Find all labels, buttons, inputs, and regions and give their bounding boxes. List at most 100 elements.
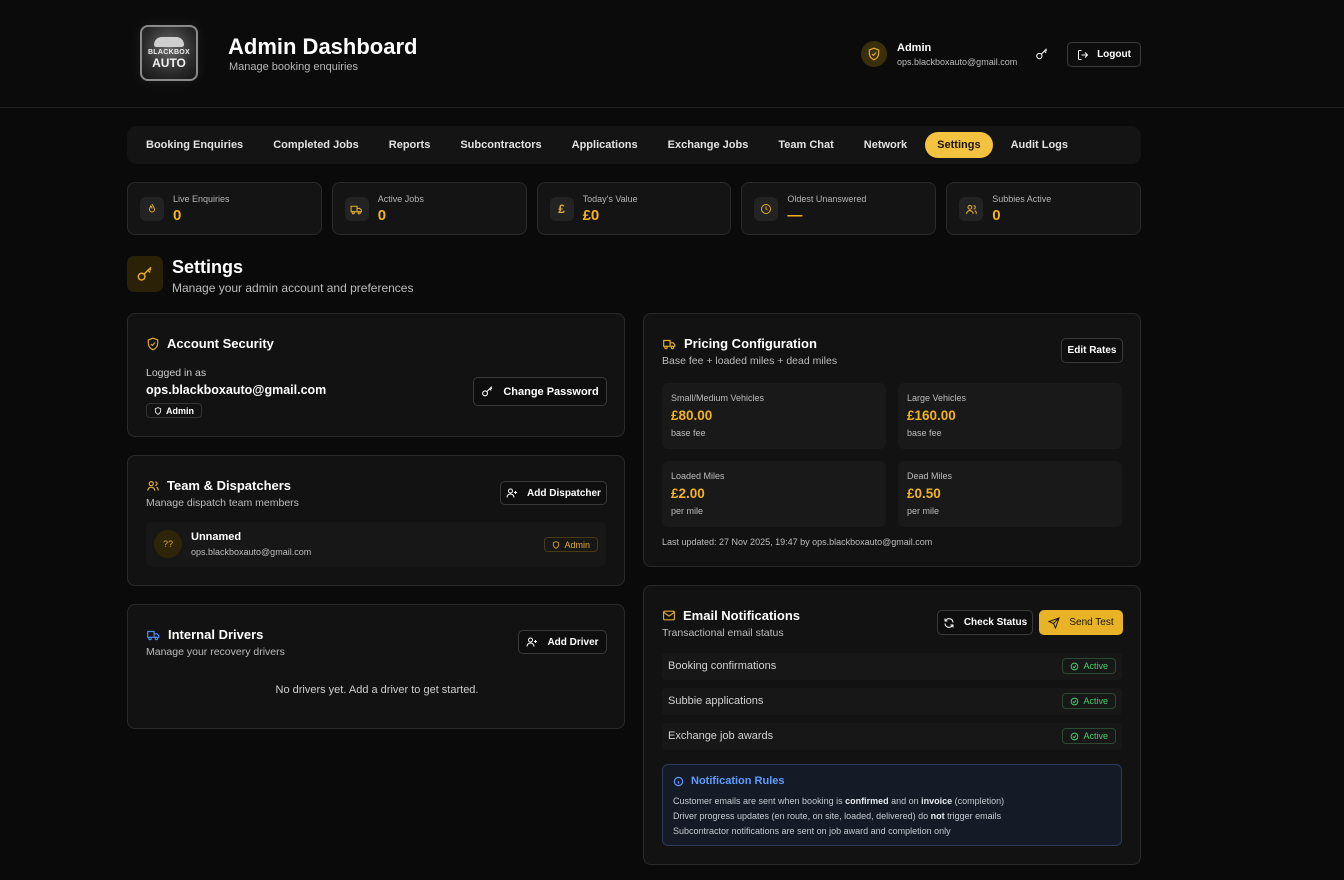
card-title-text: Email Notifications — [683, 608, 801, 623]
check-status-label: Check Status — [963, 617, 1028, 628]
logout-icon — [1078, 49, 1089, 60]
status-label: Active — [1083, 731, 1108, 741]
status-label: Active — [1083, 696, 1108, 706]
add-dispatcher-label: Add Dispatcher — [527, 487, 601, 499]
logout-button[interactable]: Logout — [1067, 42, 1141, 67]
add-dispatcher-button[interactable]: Add Dispatcher — [500, 481, 607, 505]
notification-label: Exchange job awards — [668, 730, 774, 742]
tab-settings[interactable]: Settings — [925, 132, 993, 158]
stat-value: — — [787, 207, 803, 224]
team-dispatchers-card: Team & Dispatchers Manage dispatch team … — [127, 455, 625, 586]
tab-exchange-jobs[interactable]: Exchange Jobs — [656, 132, 761, 158]
edit-rates-label: Edit Rates — [1067, 345, 1117, 356]
price-unit: base fee — [671, 428, 706, 438]
info-icon — [673, 776, 684, 786]
pricing-configuration-card: Pricing Configuration Base fee + loaded … — [643, 313, 1141, 567]
price-large: Large Vehicles £160.00 base fee — [898, 383, 1122, 449]
tab-audit-logs[interactable]: Audit Logs — [999, 132, 1080, 158]
refresh-icon — [944, 617, 954, 628]
rule-text: trigger emails — [944, 811, 1002, 821]
stat-subbies-active: Subbies Active 0 — [946, 182, 1141, 235]
send-test-button[interactable]: Send Test — [1039, 610, 1123, 635]
stat-value: 0 — [173, 207, 182, 224]
users-icon — [147, 480, 159, 491]
rule-text: (completion) — [952, 796, 1005, 806]
stat-icon-box — [344, 197, 369, 221]
edit-rates-button[interactable]: Edit Rates — [1061, 338, 1123, 363]
notification-rules-title: Notification Rules — [673, 775, 785, 787]
tab-booking-enquiries[interactable]: Booking Enquiries — [134, 132, 255, 158]
price-value: £160.00 — [907, 408, 956, 423]
main-tab-bar: Booking Enquiries Completed Jobs Reports… — [127, 126, 1141, 164]
notification-row-exchange-job-awards: Exchange job awards Active — [662, 723, 1122, 750]
truck-icon — [350, 205, 363, 214]
check-circle-icon — [1071, 697, 1079, 705]
logged-in-label: Logged in as — [146, 367, 207, 379]
pound-icon: £ — [558, 202, 565, 216]
stat-label: Live Enquiries — [173, 194, 230, 204]
settings-header-icon-box — [127, 256, 163, 292]
rule-line-customer: Customer emails are sent when booking is… — [673, 796, 1004, 806]
change-password-label: Change Password — [503, 385, 599, 398]
role-badge: Admin — [146, 403, 202, 418]
stat-icon-box: £ — [549, 197, 574, 221]
account-email: ops.blackboxauto@gmail.com — [146, 383, 327, 397]
users-icon — [965, 204, 977, 214]
rule-emphasis: confirmed — [845, 796, 889, 806]
logo-car-shape — [154, 37, 184, 47]
stat-icon-box — [959, 197, 984, 221]
change-password-shortcut-button[interactable] — [1032, 44, 1052, 64]
rule-line-subcontractor: Subcontractor notifications are sent on … — [673, 826, 951, 836]
user-name: Admin — [897, 42, 932, 54]
settings-subtitle: Manage your admin account and preference… — [172, 281, 414, 295]
pricing-subtitle: Base fee + loaded miles + dead miles — [662, 355, 838, 367]
price-label: Large Vehicles — [907, 393, 967, 403]
notification-label: Subbie applications — [668, 695, 764, 707]
check-status-button[interactable]: Check Status — [937, 610, 1033, 635]
status-label: Active — [1083, 661, 1108, 671]
user-plus-icon — [506, 488, 518, 498]
email-title: Email Notifications — [662, 608, 800, 623]
card-title-text: Pricing Configuration — [684, 336, 817, 351]
user-email: ops.blackboxauto@gmail.com — [897, 57, 1018, 67]
card-title-text: Account Security — [167, 336, 274, 351]
check-circle-icon — [1071, 732, 1079, 740]
role-badge-label: Admin — [166, 405, 194, 416]
blackbox-auto-logo: BLACKBOX AUTO — [140, 25, 198, 81]
logout-label: Logout — [1097, 49, 1131, 60]
tab-team-chat[interactable]: Team Chat — [766, 132, 845, 158]
card-title-text: Internal Drivers — [168, 627, 264, 642]
stat-oldest-unanswered: Oldest Unanswered — — [741, 182, 937, 235]
send-icon — [1048, 616, 1061, 629]
price-value: £2.00 — [671, 486, 705, 501]
notification-row-booking-confirmations: Booking confirmations Active — [662, 653, 1122, 680]
tab-subcontractors[interactable]: Subcontractors — [448, 132, 553, 158]
user-plus-icon — [526, 637, 538, 647]
add-driver-button[interactable]: Add Driver — [518, 630, 607, 654]
price-unit: per mile — [671, 506, 704, 516]
stat-label: Active Jobs — [377, 194, 424, 204]
status-badge: Active — [1062, 693, 1116, 709]
drivers-empty-message: No drivers yet. Add a driver to get star… — [275, 684, 479, 696]
rule-text: Driver progress updates (en route, on si… — [673, 811, 931, 821]
member-role-badge: Admin — [544, 537, 598, 552]
flame-icon — [148, 203, 156, 213]
truck-icon — [147, 630, 160, 640]
tab-completed-jobs[interactable]: Completed Jobs — [261, 132, 371, 158]
price-loaded-miles: Loaded Miles £2.00 per mile — [662, 461, 886, 527]
rule-emphasis: invoice — [921, 796, 953, 806]
add-driver-label: Add Driver — [547, 636, 599, 648]
tab-applications[interactable]: Applications — [560, 132, 650, 158]
stat-icon-box — [140, 197, 164, 221]
tab-network[interactable]: Network — [852, 132, 919, 158]
status-badge: Active — [1062, 658, 1116, 674]
key-icon — [1036, 48, 1048, 60]
stats-row: Live Enquiries 0 Active Jobs 0 £ Today's… — [127, 182, 1141, 235]
rule-text: Customer emails are sent when booking is — [673, 796, 846, 806]
stat-value: 0 — [992, 207, 1001, 224]
key-icon — [137, 266, 152, 281]
tab-reports[interactable]: Reports — [377, 132, 443, 158]
change-password-button[interactable]: Change Password — [473, 377, 607, 406]
shield-icon — [553, 540, 560, 549]
send-test-label: Send Test — [1069, 617, 1114, 628]
